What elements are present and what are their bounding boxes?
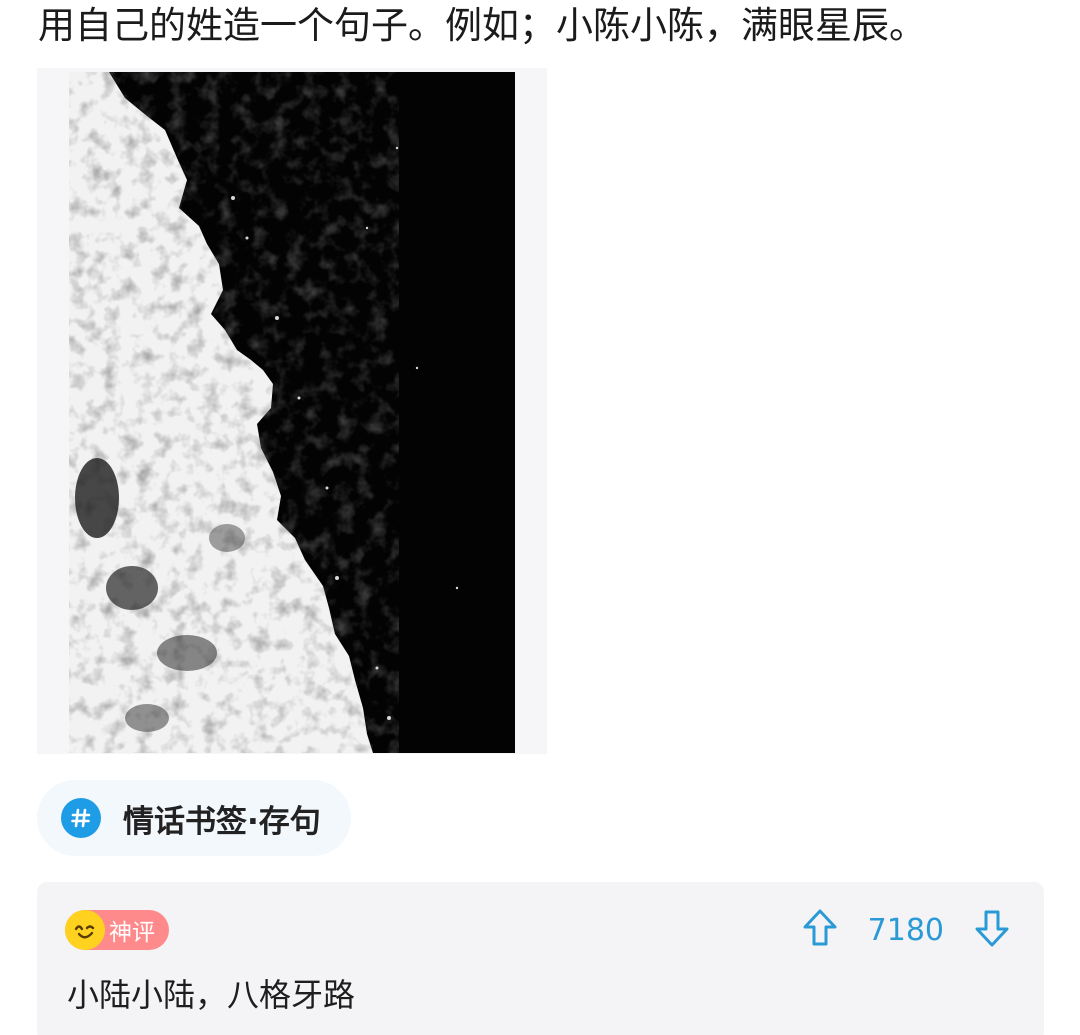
topic-label: 情话书签·存句 [123, 803, 321, 840]
post-image[interactable] [37, 68, 547, 754]
post-detail: 用自己的姓造一个句子。例如；小陈小陈，满眼星辰。 情话书签·存句 神评 7180… [0, 0, 1080, 1035]
upvote-arrow-icon[interactable] [802, 908, 838, 952]
hashtag-icon [61, 798, 101, 838]
ocean-wave-photo [69, 72, 515, 753]
vote-count: 7180 [867, 912, 944, 948]
downvote-arrow-icon[interactable] [974, 908, 1010, 952]
god-comment-badge: 神评 [65, 910, 169, 950]
post-text: 用自己的姓造一个句子。例如；小陈小陈，满眼星辰。 [38, 4, 926, 47]
badge-label: 神评 [109, 920, 155, 946]
top-comment-card[interactable]: 神评 7180 小陆小陆，八格牙路 [37, 882, 1044, 1035]
vote-control: 7180 [802, 908, 1010, 952]
comment-text: 小陆小陆，八格牙路 [67, 976, 356, 1014]
topic-chip[interactable]: 情话书签·存句 [37, 780, 351, 856]
smiley-icon [65, 910, 105, 950]
